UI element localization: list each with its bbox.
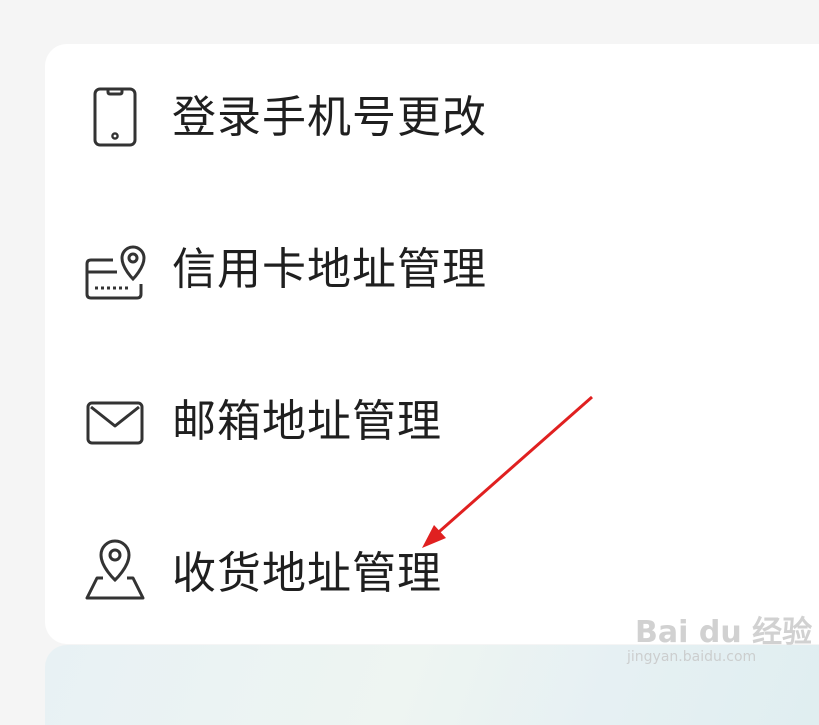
watermark-url: jingyan.baidu.com	[627, 649, 757, 665]
watermark-brand: Bai du 经验	[635, 615, 813, 650]
mail-icon	[83, 390, 147, 454]
menu-item-label: 邮箱地址管理	[172, 396, 442, 447]
settings-card: 登录手机号更改 信用卡地址管理 邮箱地址管理 收货地址管理	[45, 44, 819, 644]
menu-item-label: 信用卡地址管理	[172, 244, 487, 295]
phone-icon	[83, 85, 147, 149]
credit-card-location-icon	[83, 240, 147, 304]
menu-item-email-address[interactable]: 邮箱地址管理	[45, 358, 819, 478]
delivery-location-icon	[83, 538, 147, 602]
menu-item-credit-card-address[interactable]: 信用卡地址管理	[45, 206, 819, 326]
menu-item-label: 收货地址管理	[172, 548, 442, 599]
menu-item-label: 登录手机号更改	[172, 92, 487, 143]
menu-item-phone-change[interactable]: 登录手机号更改	[45, 54, 819, 174]
watermark: Bai du 经验 jingyan.baidu.com	[605, 605, 812, 675]
